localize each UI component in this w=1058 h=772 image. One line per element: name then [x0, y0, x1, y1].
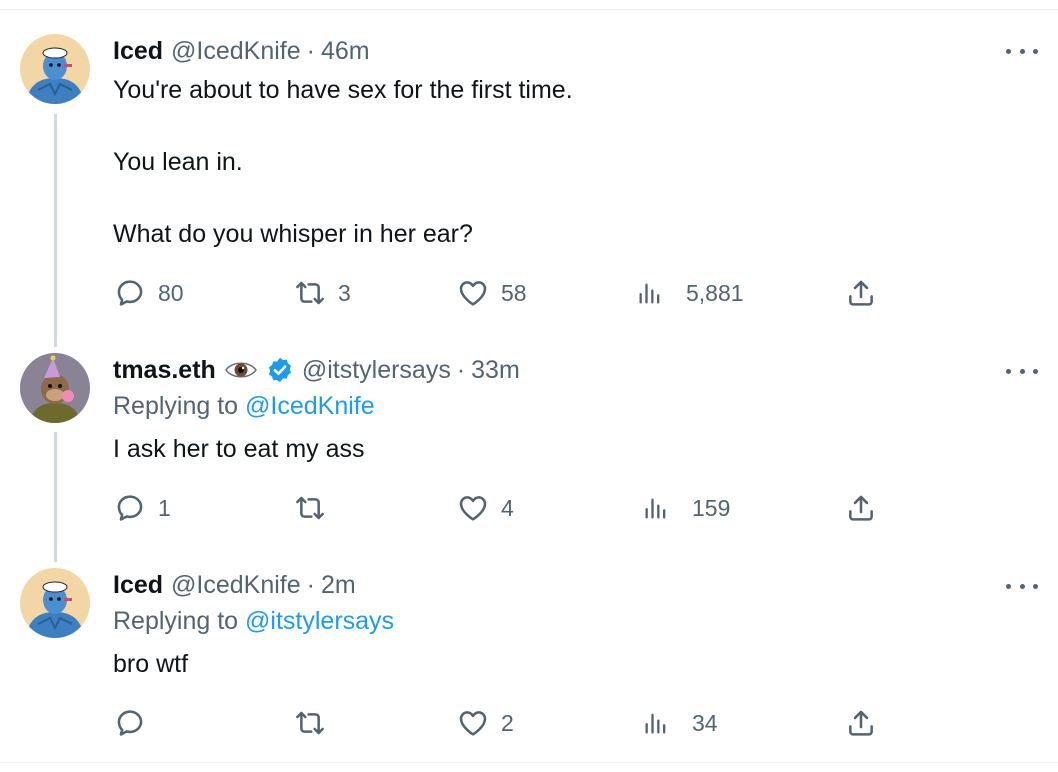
- timestamp[interactable]: 46m: [321, 37, 370, 66]
- tweet-header: Iced @IcedKnife · 2m: [113, 567, 356, 603]
- retweet-icon: [294, 492, 326, 524]
- share-button[interactable]: [845, 490, 877, 526]
- view-count: 34: [692, 709, 718, 736]
- tweet-header: tmas.eth @itstylersays · 33m: [113, 352, 520, 388]
- views-button[interactable]: 5,881: [636, 275, 744, 311]
- like-count: 4: [501, 494, 514, 521]
- views-button[interactable]: 34: [642, 705, 718, 741]
- tweet-text-line: You lean in.: [113, 148, 243, 176]
- retweet-button[interactable]: [294, 490, 338, 526]
- display-name[interactable]: tmas.eth: [113, 356, 216, 385]
- separator-dot: ·: [306, 570, 315, 599]
- avatar[interactable]: [20, 568, 90, 638]
- retweet-icon: [294, 277, 326, 309]
- verified-badge-icon[interactable]: [266, 356, 294, 384]
- replying-to: Replying to @IcedKnife: [113, 392, 375, 421]
- reply-button[interactable]: 80: [114, 275, 184, 311]
- reply-button[interactable]: [114, 705, 158, 741]
- reply-button[interactable]: 1: [114, 490, 171, 526]
- avatar[interactable]: [20, 34, 90, 104]
- like-button[interactable]: 4: [457, 490, 514, 526]
- reply-icon: [114, 492, 146, 524]
- tweet-header: Iced @IcedKnife · 46m: [113, 33, 370, 69]
- like-icon: [457, 277, 489, 309]
- eye-emoji-icon: [224, 359, 258, 381]
- timestamp[interactable]: 2m: [321, 571, 356, 600]
- view-count: 5,881: [686, 279, 744, 306]
- replying-to-label: Replying to: [113, 607, 239, 635]
- handle[interactable]: @IcedKnife: [171, 37, 301, 66]
- replying-to-handle[interactable]: @IcedKnife: [245, 392, 375, 420]
- retweet-button[interactable]: 3: [294, 275, 351, 311]
- tweet[interactable]: Iced @IcedKnife · 46m You're about to ha…: [0, 0, 1058, 340]
- like-count: 58: [501, 279, 527, 306]
- timestamp[interactable]: 33m: [471, 356, 520, 385]
- reply-icon: [114, 707, 146, 739]
- handle[interactable]: @IcedKnife: [171, 571, 301, 600]
- tweet-text-line: bro wtf: [113, 650, 189, 678]
- tweet-text-line: What do you whisper in her ear?: [113, 220, 473, 248]
- like-button[interactable]: 58: [457, 275, 527, 311]
- tweet-text-line: You're about to have sex for the first t…: [113, 76, 573, 104]
- tweet[interactable]: tmas.eth @itstylersays · 33m Replying to…: [0, 340, 1058, 550]
- share-button[interactable]: [845, 275, 877, 311]
- share-icon: [845, 492, 877, 524]
- handle[interactable]: @itstylersays: [302, 356, 451, 385]
- like-button[interactable]: 2: [457, 705, 514, 741]
- avatar[interactable]: [20, 353, 90, 423]
- like-count: 2: [501, 709, 514, 736]
- view-count: 159: [692, 494, 731, 521]
- more-icon[interactable]: [1006, 41, 1038, 61]
- replying-to-label: Replying to: [113, 392, 239, 420]
- separator-dot: ·: [456, 355, 466, 384]
- reply-count: 80: [158, 279, 184, 306]
- bottom-divider: [0, 762, 1058, 763]
- retweet-icon: [294, 707, 326, 739]
- share-button[interactable]: [845, 705, 877, 741]
- share-icon: [845, 707, 877, 739]
- retweet-button[interactable]: [294, 705, 338, 741]
- display-name[interactable]: Iced: [113, 571, 163, 600]
- replying-to: Replying to @itstylersays: [113, 607, 394, 636]
- views-button[interactable]: 159: [642, 490, 730, 526]
- more-icon[interactable]: [1006, 361, 1038, 381]
- reply-count: 1: [158, 494, 171, 521]
- views-icon: [642, 709, 670, 737]
- like-icon: [457, 492, 489, 524]
- share-icon: [845, 277, 877, 309]
- replying-to-handle[interactable]: @itstylersays: [245, 607, 394, 635]
- views-icon: [636, 279, 664, 307]
- like-icon: [457, 707, 489, 739]
- tweet-text-line: I ask her to eat my ass: [113, 435, 365, 463]
- display-name[interactable]: Iced: [113, 37, 163, 66]
- more-icon[interactable]: [1006, 576, 1038, 596]
- tweet[interactable]: Iced @IcedKnife · 2m Replying to @itstyl…: [0, 550, 1058, 762]
- views-icon: [642, 494, 670, 522]
- retweet-count: 3: [338, 279, 351, 306]
- separator-dot: ·: [306, 36, 315, 65]
- reply-icon: [114, 277, 146, 309]
